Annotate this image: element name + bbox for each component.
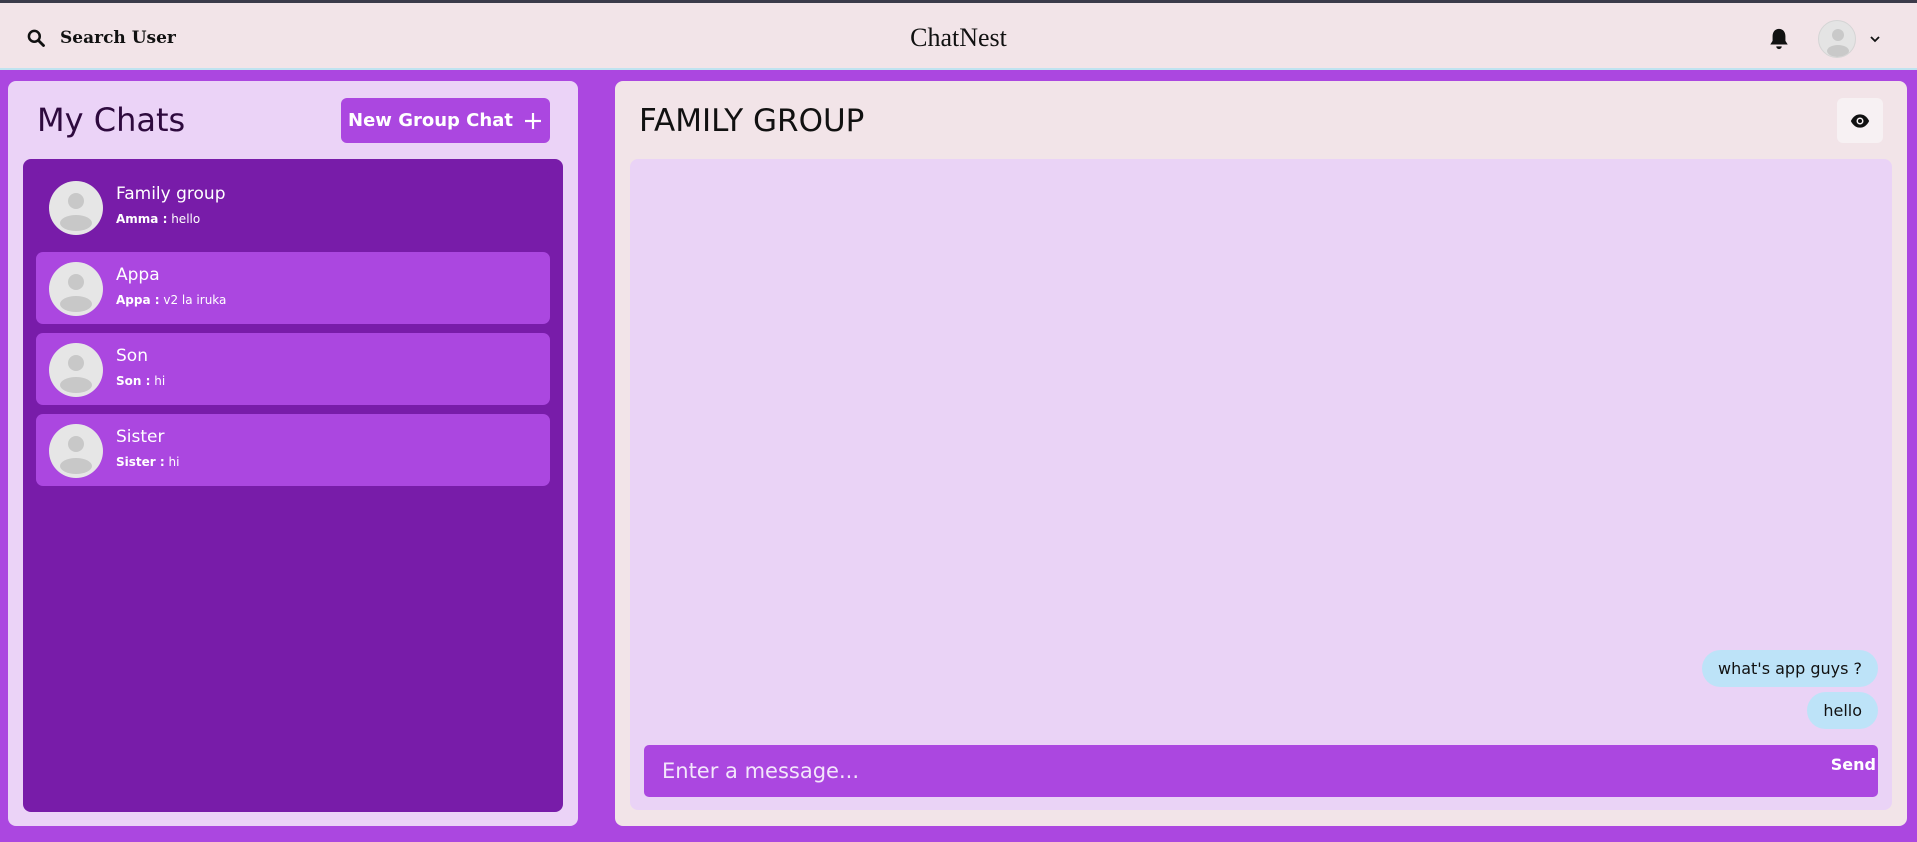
new-group-chat-label: New Group Chat: [348, 110, 513, 131]
message-bubble: hello: [1807, 692, 1878, 729]
message-bubble: what's app guys ?: [1701, 650, 1878, 687]
avatar: [49, 424, 103, 478]
chevron-down-icon: [1870, 36, 1880, 43]
search-user-label: Search User: [60, 28, 176, 48]
chat-preview-message: hi: [168, 455, 180, 469]
chat-name: Son: [116, 346, 148, 366]
chat-item-sister[interactable]: Sister Sister : hi: [36, 414, 550, 486]
chat-name: Family group: [116, 184, 226, 204]
user-avatar-icon: [60, 193, 92, 231]
chat-title: FAMILY GROUP: [639, 103, 865, 139]
bell-icon[interactable]: [1768, 27, 1790, 51]
chat-preview-sender: Amma :: [116, 212, 168, 226]
user-avatar-icon: [60, 274, 92, 312]
chat-name: Appa: [116, 265, 160, 285]
send-button[interactable]: Send: [1831, 755, 1876, 774]
chat-preview: Son : hi: [116, 374, 165, 388]
avatar: [1818, 20, 1856, 58]
chat-preview-message: hello: [171, 212, 201, 226]
new-group-chat-button[interactable]: New Group Chat: [341, 98, 550, 143]
eye-icon: [1850, 113, 1870, 128]
plus-icon: [524, 112, 541, 129]
search-user-button[interactable]: Search User: [26, 23, 176, 53]
top-bar: Search User ChatNest: [0, 0, 1917, 70]
avatar: [49, 262, 103, 316]
chat-preview: Appa : v2 la iruka: [116, 293, 226, 307]
message-area: what's app guys ? hello Send: [630, 159, 1892, 810]
chat-item-family-group[interactable]: Family group Amma : hello: [36, 171, 550, 243]
app-title: ChatNest: [910, 23, 1007, 52]
profile-menu[interactable]: [1818, 19, 1882, 59]
chat-item-son[interactable]: Son Son : hi: [36, 333, 550, 405]
my-chats-title: My Chats: [37, 101, 186, 139]
chat-preview-sender: Sister :: [116, 455, 165, 469]
my-chats-panel: My Chats New Group Chat Family group Amm…: [8, 81, 578, 826]
chat-list: Family group Amma : hello Appa Appa : v2…: [23, 159, 563, 812]
chat-preview-message: hi: [154, 374, 166, 388]
chat-name: Sister: [116, 427, 165, 447]
avatar: [49, 343, 103, 397]
chat-preview: Sister : hi: [116, 455, 179, 469]
chat-preview-sender: Appa :: [116, 293, 160, 307]
search-icon: [27, 29, 45, 47]
chat-preview-message: v2 la iruka: [163, 293, 227, 307]
chat-item-appa[interactable]: Appa Appa : v2 la iruka: [36, 252, 550, 324]
chat-window: FAMILY GROUP what's app guys ? hello Sen…: [615, 81, 1907, 826]
message-composer: Send: [644, 745, 1878, 797]
user-avatar-icon: [60, 436, 92, 474]
user-avatar-icon: [60, 355, 92, 393]
chat-preview: Amma : hello: [116, 212, 200, 226]
chat-preview-sender: Son :: [116, 374, 151, 388]
message-input[interactable]: [644, 745, 1794, 797]
avatar: [49, 181, 103, 235]
view-group-details-button[interactable]: [1837, 98, 1883, 143]
